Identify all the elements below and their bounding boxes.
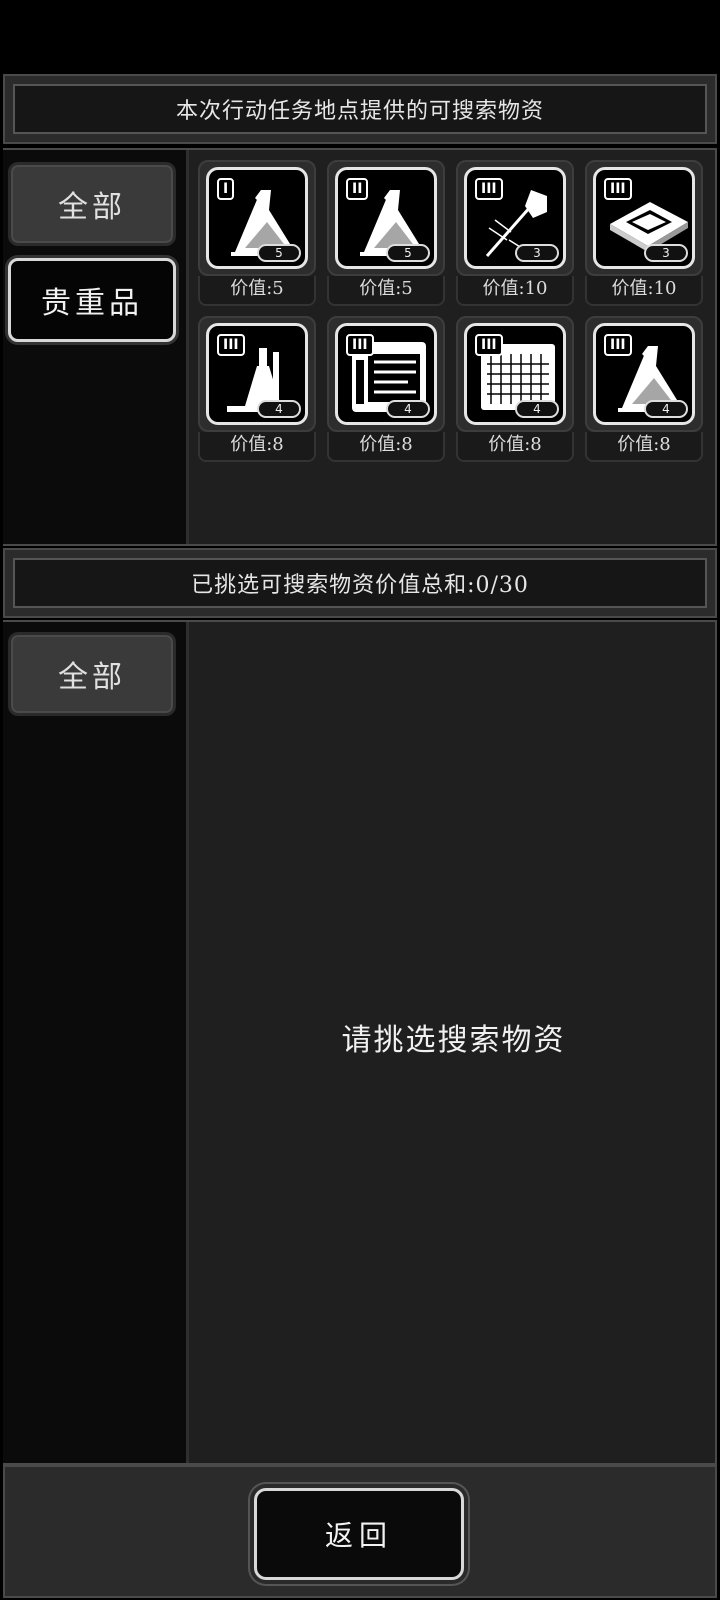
item-image: III 3 bbox=[593, 167, 695, 269]
item-value: 价值:8 bbox=[585, 432, 703, 462]
item-frame: III 3 bbox=[585, 160, 703, 276]
quantity-badge: 4 bbox=[257, 400, 301, 418]
selected-items-sidebar bbox=[3, 622, 189, 1463]
item-value: 价值:5 bbox=[327, 276, 445, 306]
item-card[interactable]: III 4 价值:8 bbox=[456, 316, 574, 462]
item-card[interactable]: III 3 价值:10 bbox=[585, 160, 703, 306]
item-image: III 3 bbox=[464, 167, 566, 269]
selected-items-header: 已挑选可搜索物资价值总和:0/30 bbox=[3, 548, 717, 618]
tier-badge: III bbox=[604, 334, 632, 356]
item-value: 价值:10 bbox=[456, 276, 574, 306]
tier-badge: III bbox=[346, 334, 374, 356]
quantity-badge: 5 bbox=[386, 244, 430, 262]
tier-badge: III bbox=[475, 178, 503, 200]
item-image: III 4 bbox=[335, 323, 437, 425]
item-value: 价值:8 bbox=[327, 432, 445, 462]
back-button[interactable]: 返回 bbox=[254, 1488, 464, 1580]
item-card[interactable]: II 5 价值:5 bbox=[327, 160, 445, 306]
quantity-badge: 4 bbox=[386, 400, 430, 418]
item-image: II 5 bbox=[335, 167, 437, 269]
item-image: III 4 bbox=[206, 323, 308, 425]
item-frame: III 3 bbox=[456, 160, 574, 276]
quantity-badge: 4 bbox=[644, 400, 688, 418]
item-value: 价值:10 bbox=[585, 276, 703, 306]
item-image: III 4 bbox=[464, 323, 566, 425]
quantity-badge: 3 bbox=[644, 244, 688, 262]
quantity-badge: 5 bbox=[257, 244, 301, 262]
tier-badge: III bbox=[217, 334, 245, 356]
tier-badge: III bbox=[604, 178, 632, 200]
quantity-badge: 4 bbox=[515, 400, 559, 418]
item-frame: I 5 bbox=[198, 160, 316, 276]
item-card[interactable]: III 4 价值:8 bbox=[585, 316, 703, 462]
item-frame: III 4 bbox=[585, 316, 703, 432]
item-value: 价值:8 bbox=[198, 432, 316, 462]
empty-selection-message: 请挑选搜索物资 bbox=[341, 1023, 566, 1058]
item-frame: II 5 bbox=[327, 160, 445, 276]
tab-all-selected[interactable]: 全部 bbox=[8, 632, 176, 716]
item-value: 价值:5 bbox=[198, 276, 316, 306]
item-value: 价值:8 bbox=[456, 432, 574, 462]
item-image: I 5 bbox=[206, 167, 308, 269]
tier-badge: I bbox=[217, 178, 235, 200]
item-card[interactable]: III 4 价值:8 bbox=[327, 316, 445, 462]
status-bar bbox=[0, 0, 720, 74]
quantity-badge: 3 bbox=[515, 244, 559, 262]
item-card[interactable]: III 4 价值:8 bbox=[198, 316, 316, 462]
item-frame: III 4 bbox=[198, 316, 316, 432]
selected-value-total: 已挑选可搜索物资价值总和:0/30 bbox=[13, 558, 707, 608]
tab-all[interactable]: 全部 bbox=[8, 162, 176, 246]
item-frame: III 4 bbox=[456, 316, 574, 432]
item-card[interactable]: I 5 价值:5 bbox=[198, 160, 316, 306]
item-frame: III 4 bbox=[327, 316, 445, 432]
item-card[interactable]: III 3 价值:10 bbox=[456, 160, 574, 306]
tab-valuables[interactable]: 贵重品 bbox=[8, 258, 176, 342]
tier-badge: III bbox=[475, 334, 503, 356]
item-image: III 4 bbox=[593, 323, 695, 425]
tier-badge: II bbox=[346, 178, 369, 200]
available-items-header: 本次行动任务地点提供的可搜索物资 bbox=[3, 74, 717, 144]
available-items-title: 本次行动任务地点提供的可搜索物资 bbox=[13, 84, 707, 134]
